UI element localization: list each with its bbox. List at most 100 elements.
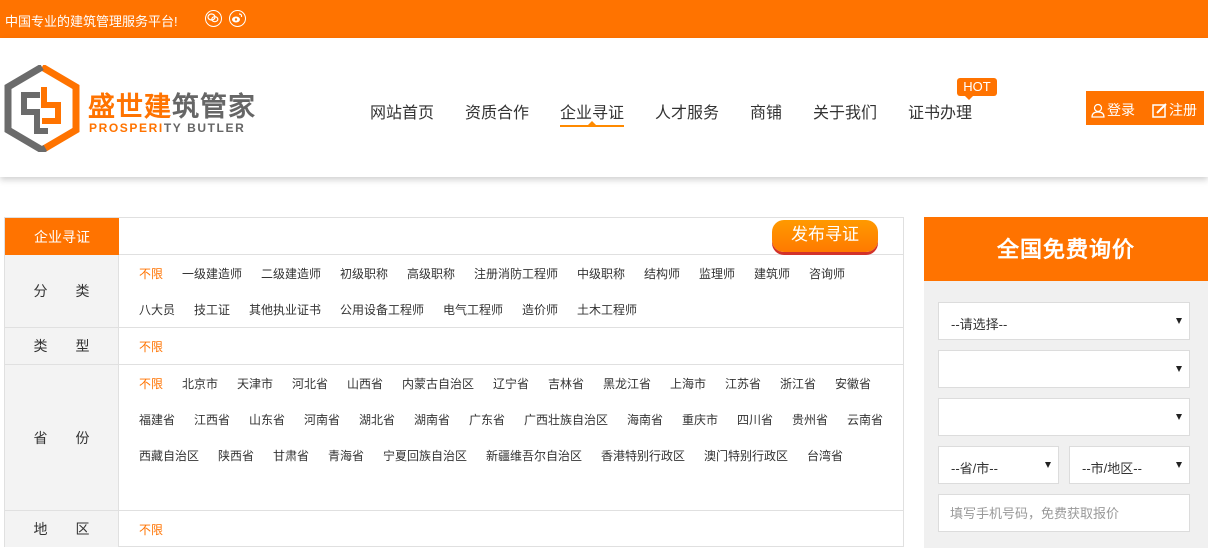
brand-name: 盛世建筑管家	[88, 85, 256, 124]
filter-option[interactable]: 上海市	[670, 375, 706, 392]
filter-option[interactable]: 造价师	[522, 301, 558, 318]
hot-badge: HOT	[957, 78, 997, 100]
city-select[interactable]: --市/地区--	[1069, 446, 1190, 484]
filter-panel: 企业寻证 发布寻证 分类 不限 一级建造师 二级建造师 初级职称 高级职称 注册消防工程师…	[4, 217, 904, 547]
nav-enterprise-cert[interactable]: 企业寻证	[560, 99, 625, 129]
nav-talent[interactable]: 人才服务	[655, 99, 719, 129]
filter-option[interactable]: 北京市	[182, 375, 218, 392]
sub-select[interactable]	[938, 350, 1190, 388]
filter-option[interactable]: 湖南省	[414, 411, 450, 428]
site-slogan: 中国专业的建筑管理服务平台!	[5, 14, 178, 29]
province-select[interactable]: --省/市--	[938, 446, 1059, 484]
filter-option[interactable]: 建筑师	[754, 265, 790, 282]
filter-option[interactable]: 辽宁省	[493, 375, 529, 392]
phone-input[interactable]	[938, 494, 1190, 532]
filter-option[interactable]: 重庆市	[682, 411, 718, 428]
filter-option[interactable]: 不限	[139, 265, 163, 282]
filter-label-char: 型	[75, 338, 90, 354]
filter-option[interactable]: 结构师	[644, 265, 680, 282]
filter-option[interactable]: 不限	[139, 521, 163, 538]
nav-about[interactable]: 关于我们	[813, 99, 877, 129]
filter-option[interactable]: 宁夏回族自治区	[383, 447, 467, 464]
filter-option[interactable]: 广西壮族自治区	[524, 411, 608, 428]
filter-option[interactable]: 甘肃省	[273, 447, 309, 464]
filter-option[interactable]: 不限	[139, 375, 163, 392]
top-bar: 中国专业的建筑管理服务平台!	[0, 0, 1208, 38]
nav-shop[interactable]: 商铺	[750, 99, 782, 129]
register-button[interactable]: 注册	[1152, 100, 1197, 120]
filter-option[interactable]: 高级职称	[407, 265, 455, 282]
filter-option[interactable]: 四川省	[737, 411, 773, 428]
filter-option[interactable]: 福建省	[139, 411, 175, 428]
filter-option[interactable]: 公用设备工程师	[340, 301, 424, 318]
filter-option[interactable]: 江西省	[194, 411, 230, 428]
login-button[interactable]: 登录	[1091, 100, 1135, 120]
filter-option[interactable]: 初级职称	[340, 265, 388, 282]
filter-option[interactable]: 山东省	[249, 411, 285, 428]
filter-option[interactable]: 吉林省	[548, 375, 584, 392]
filter-option[interactable]: 湖北省	[359, 411, 395, 428]
filter-header: 企业寻证 发布寻证	[5, 218, 903, 255]
filter-option[interactable]: 注册消防工程师	[474, 265, 558, 282]
tab-enterprise-cert[interactable]: 企业寻证	[5, 218, 119, 255]
filter-option[interactable]: 澳门特别行政区	[704, 447, 788, 464]
edit-icon	[1152, 102, 1167, 118]
inquiry-title: 全国免费询价	[924, 217, 1208, 281]
filter-option[interactable]: 天津市	[237, 375, 273, 392]
filter-label-char: 类	[33, 338, 48, 354]
site-header: 盛世建筑管家 PROSPERITY BUTLER 网站首页 资质合作 企业寻证 …	[0, 38, 1208, 177]
filter-option[interactable]: 河南省	[304, 411, 340, 428]
filter-option[interactable]: 不限	[139, 338, 163, 355]
filter-option[interactable]: 贵州省	[792, 411, 828, 428]
filter-label: 类型	[5, 328, 119, 364]
filter-option[interactable]: 监理师	[699, 265, 735, 282]
inquiry-panel: 全国免费询价 --请选择-- --省/市-- --市/地区--	[924, 217, 1208, 548]
nav-home[interactable]: 网站首页	[370, 99, 434, 129]
filter-option[interactable]: 一级建造师	[182, 265, 242, 282]
nav-qualification[interactable]: 资质合作	[465, 99, 529, 129]
detail-select[interactable]	[938, 398, 1190, 436]
brand-name-part2: 筑管家	[172, 92, 256, 122]
filter-row-province: 省份 不限 北京市 天津市 河北省 山西省 内蒙古自治区 辽宁省 吉林省 黑龙江省 上海市 江苏省 浙…	[5, 365, 903, 511]
filter-option[interactable]: 土木工程师	[577, 301, 637, 318]
weibo-icon[interactable]	[229, 10, 246, 27]
filter-option[interactable]: 中级职称	[577, 265, 625, 282]
filter-option[interactable]: 二级建造师	[261, 265, 321, 282]
service-select[interactable]: --请选择--	[938, 302, 1190, 340]
filter-option[interactable]: 山西省	[347, 375, 383, 392]
filter-option[interactable]: 陕西省	[218, 447, 254, 464]
filter-option[interactable]: 技工证	[194, 301, 230, 318]
publish-button[interactable]: 发布寻证	[772, 220, 878, 252]
filter-label: 省份	[5, 365, 119, 510]
logo-icon[interactable]	[4, 62, 80, 155]
filter-option[interactable]: 八大员	[139, 301, 175, 318]
filter-option[interactable]: 内蒙古自治区	[402, 375, 474, 392]
filter-option[interactable]: 浙江省	[780, 375, 816, 392]
filter-option[interactable]: 青海省	[328, 447, 364, 464]
filter-option[interactable]: 安徽省	[835, 375, 871, 392]
select-value: --请选择--	[951, 317, 1008, 332]
select-value: --市/地区--	[1082, 461, 1142, 476]
filter-option[interactable]: 电气工程师	[443, 301, 503, 318]
filter-option[interactable]: 台湾省	[807, 447, 843, 464]
filter-option[interactable]: 广东省	[469, 411, 505, 428]
filter-option[interactable]: 咨询师	[809, 265, 845, 282]
filter-option[interactable]: 新疆维吾尔自治区	[486, 447, 582, 464]
filter-option[interactable]: 云南省	[847, 411, 883, 428]
filter-option[interactable]: 江苏省	[725, 375, 761, 392]
filter-label: 地区	[5, 511, 119, 547]
wechat-icon[interactable]	[205, 10, 222, 27]
filter-row-category: 分类 不限 一级建造师 二级建造师 初级职称 高级职称 注册消防工程师 中级职称 结构师 监理师…	[5, 255, 903, 328]
caret-down-icon	[1176, 366, 1182, 372]
brand-name-part1: 盛世建	[88, 92, 172, 122]
filter-option[interactable]: 河北省	[292, 375, 328, 392]
filter-option[interactable]: 黑龙江省	[603, 375, 651, 392]
filter-label-char: 份	[75, 429, 90, 446]
filter-option[interactable]: 其他执业证书	[249, 301, 321, 318]
filter-option[interactable]: 海南省	[627, 411, 663, 428]
filter-option[interactable]: 香港特别行政区	[601, 447, 685, 464]
nav-certificate[interactable]: 证书办理	[908, 99, 972, 129]
filter-row-type: 类型 不限	[5, 328, 903, 365]
login-label: 登录	[1107, 102, 1135, 118]
filter-option[interactable]: 西藏自治区	[139, 447, 199, 464]
